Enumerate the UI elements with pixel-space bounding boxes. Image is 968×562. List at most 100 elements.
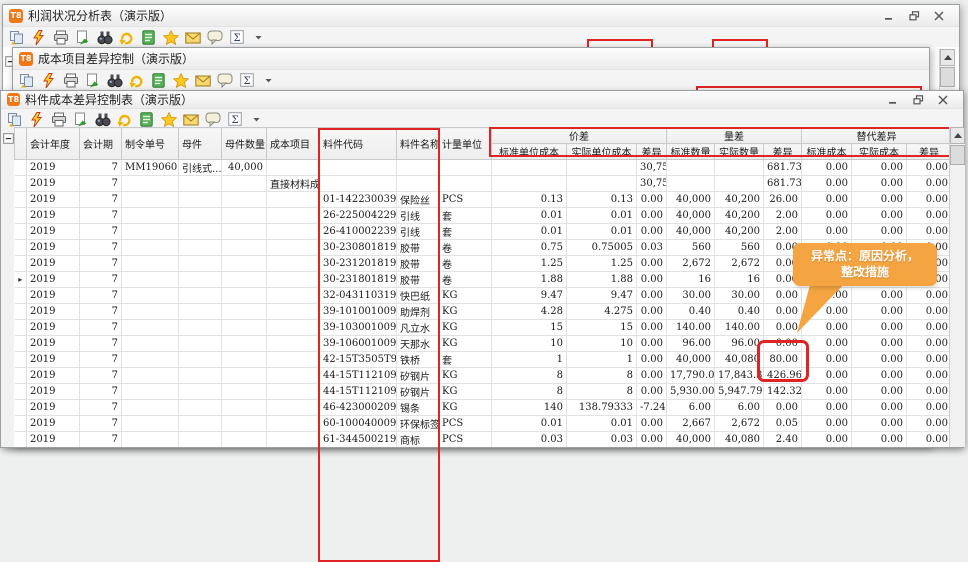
grid-cell[interactable]: 套 <box>439 208 492 224</box>
grid-cell[interactable]: 46-423000209-00A1 <box>320 400 397 416</box>
table-row[interactable]: 2019739-106001009-00A1天那水KG10100.0096.00… <box>15 336 952 352</box>
grid-cell[interactable] <box>222 352 267 368</box>
grid-cell[interactable]: 0.00 <box>802 304 852 320</box>
grid-cell[interactable]: 环保标签 <box>397 416 439 432</box>
grid-cell[interactable]: 胶带 <box>397 256 439 272</box>
grid-cell[interactable]: 套 <box>439 224 492 240</box>
grid-cell[interactable] <box>122 208 179 224</box>
grid-cell[interactable]: 0.00 <box>907 208 952 224</box>
grid-cell[interactable]: 0.00 <box>802 352 852 368</box>
grid-cell[interactable]: 138.79333 <box>567 400 637 416</box>
grid-cell[interactable]: 商标 <box>397 432 439 448</box>
grid-cell[interactable]: 凡立水 <box>397 320 439 336</box>
grid-cell[interactable]: 40,080 <box>715 432 764 448</box>
grid-cell[interactable]: 61-344500219-00A1 <box>320 432 397 448</box>
grid-cell[interactable]: 2,672 <box>715 416 764 432</box>
grid-cell[interactable]: 8 <box>567 384 637 400</box>
grid-cell[interactable]: 0.05 <box>764 416 802 432</box>
grid-cell[interactable]: 0.03 <box>637 240 667 256</box>
grid-cell[interactable] <box>267 352 320 368</box>
grid-cell[interactable]: 2.40 <box>764 432 802 448</box>
restore-button[interactable] <box>912 94 924 106</box>
grid-cell[interactable]: 0.00 <box>637 304 667 320</box>
grid-cell[interactable]: 30,75... <box>637 160 667 176</box>
grid-cell[interactable]: 30.00 <box>715 288 764 304</box>
grid-cell[interactable] <box>179 416 222 432</box>
grid-cell[interactable] <box>320 160 397 176</box>
comment-icon[interactable] <box>216 72 233 89</box>
grid-cell[interactable]: 7 <box>80 240 122 256</box>
grid-cell[interactable]: 44-15T112109-0ECL <box>320 368 397 384</box>
grid-cell[interactable]: 0.00 <box>852 208 907 224</box>
row-selector[interactable] <box>15 384 27 400</box>
collapse-toggle[interactable] <box>3 129 14 140</box>
grid-cell[interactable]: 5,947.79 <box>715 384 764 400</box>
close-button[interactable] <box>933 10 945 22</box>
scroll-thumb[interactable] <box>950 145 965 165</box>
grid-cell[interactable]: 5,930.00 <box>667 384 715 400</box>
grid-cell[interactable]: 0.00 <box>852 176 907 192</box>
grid-cell[interactable]: 40,200 <box>715 192 764 208</box>
refresh-icon[interactable] <box>116 111 133 128</box>
grid-cell[interactable]: 0.00 <box>802 288 852 304</box>
grid-cell[interactable]: 0.00 <box>802 336 852 352</box>
grid-cell[interactable]: 80.00 <box>764 352 802 368</box>
grid-cell[interactable]: 0.00 <box>907 416 952 432</box>
grid-cell[interactable]: 卷 <box>439 256 492 272</box>
grid-cell[interactable]: 7 <box>80 288 122 304</box>
grid-cell[interactable]: 2.00 <box>764 224 802 240</box>
grid-cell[interactable]: 26-225004229-00A1 <box>320 208 397 224</box>
grid-cell[interactable]: MM190609001 <box>122 160 179 176</box>
table-row[interactable]: 2019760-100040009-00A1环保标签PCS0.010.010.0… <box>15 416 952 432</box>
lightning-icon[interactable] <box>30 29 47 46</box>
row-selector[interactable] <box>15 432 27 448</box>
grid-cell[interactable]: 0.00 <box>852 352 907 368</box>
grid-cell[interactable]: 0.01 <box>567 224 637 240</box>
grid-cell[interactable] <box>122 240 179 256</box>
grid-cell[interactable]: 快巴纸 <box>397 288 439 304</box>
grid-cell[interactable]: 1.25 <box>567 256 637 272</box>
grid-cell[interactable]: 矽钢片 <box>397 368 439 384</box>
document-icon[interactable] <box>150 72 167 89</box>
grid-cell[interactable] <box>267 160 320 176</box>
grid-cell[interactable]: 40,000 <box>667 208 715 224</box>
grid-cell[interactable] <box>179 272 222 288</box>
grid-cell[interactable] <box>267 432 320 448</box>
grid-cell[interactable]: 560 <box>667 240 715 256</box>
print-icon[interactable] <box>52 29 69 46</box>
grid-cell[interactable]: 0.00 <box>802 160 852 176</box>
grid-cell[interactable]: 0.00 <box>852 224 907 240</box>
grid-cell[interactable]: 30-231801819-00A1 <box>320 272 397 288</box>
grid-cell[interactable]: 60-100040009-00A1 <box>320 416 397 432</box>
grid-cell[interactable]: 8 <box>492 384 567 400</box>
column-header[interactable]: 制令单号 <box>122 128 179 160</box>
star-icon[interactable] <box>160 111 177 128</box>
grid-cell[interactable]: 2019 <box>27 224 80 240</box>
column-header[interactable]: 母件 <box>179 128 222 160</box>
grid-cell[interactable] <box>222 176 267 192</box>
grid-cell[interactable] <box>179 224 222 240</box>
refresh-icon[interactable] <box>118 29 135 46</box>
grid-cell[interactable]: 40,000 <box>667 432 715 448</box>
grid-cell[interactable]: 9.47 <box>567 288 637 304</box>
minimize-button[interactable] <box>883 10 895 22</box>
column-header[interactable]: 标准单位成本 <box>492 144 567 160</box>
column-header[interactable]: 计量单位 <box>439 128 492 160</box>
grid-cell[interactable] <box>567 176 637 192</box>
grid-cell[interactable]: 0.00 <box>852 416 907 432</box>
grid-cell[interactable] <box>267 368 320 384</box>
grid-cell[interactable]: KG <box>439 288 492 304</box>
lightning-icon[interactable] <box>28 111 45 128</box>
star-icon[interactable] <box>162 29 179 46</box>
grid-cell[interactable] <box>222 272 267 288</box>
grid-cell[interactable]: KG <box>439 320 492 336</box>
print-icon[interactable] <box>62 72 79 89</box>
grid-cell[interactable] <box>567 160 637 176</box>
grid-cell[interactable]: 0.00 <box>852 384 907 400</box>
table-row[interactable]: 2019761-344500219-00A1商标PCS0.030.030.004… <box>15 432 952 448</box>
grid-cell[interactable]: 0.00 <box>637 288 667 304</box>
grid-cell[interactable]: 卷 <box>439 272 492 288</box>
row-selector[interactable] <box>15 352 27 368</box>
grid-cell[interactable]: 0.00 <box>637 256 667 272</box>
table-row[interactable]: 2019744-15T112109-0ECL矽钢片KG880.0017,790.… <box>15 368 952 384</box>
